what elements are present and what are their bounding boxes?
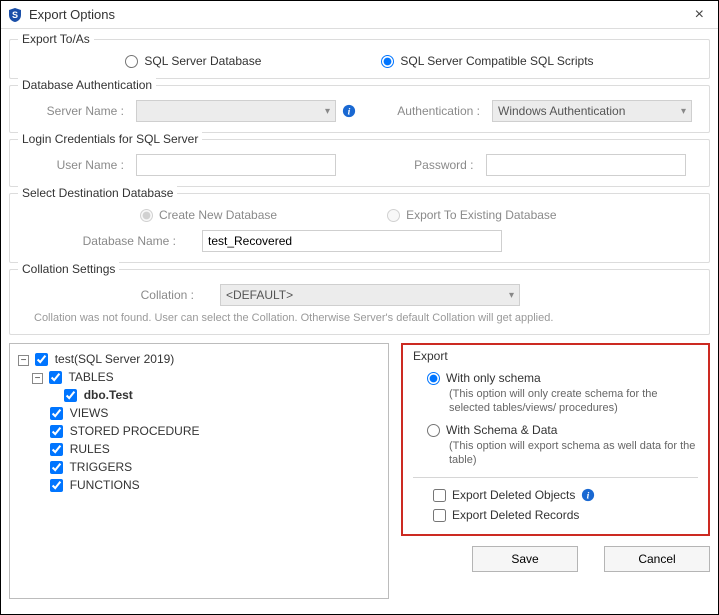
password-input[interactable] — [486, 154, 686, 176]
collation-value: <DEFAULT> — [226, 288, 293, 302]
svg-text:S: S — [12, 10, 18, 20]
radio-sql-db-label: SQL Server Database — [144, 54, 261, 68]
radio-sql-scripts-label: SQL Server Compatible SQL Scripts — [400, 54, 593, 68]
radio-existing-db[interactable]: Export To Existing Database — [387, 208, 557, 222]
tree-node-triggers[interactable]: TRIGGERS — [32, 458, 382, 476]
radio-sql-db[interactable]: SQL Server Database — [125, 54, 261, 68]
dbname-label: Database Name : — [52, 234, 182, 248]
username-input[interactable] — [136, 154, 336, 176]
tree-dbotest-label: dbo.Test — [84, 388, 133, 402]
export-options-legend: Export — [413, 349, 698, 363]
collation-label: Collation : — [90, 288, 200, 302]
chk-deleted-records-row[interactable]: Export Deleted Records — [433, 508, 698, 522]
tree-root-label: test(SQL Server 2019) — [55, 352, 175, 366]
tree-triggers-label: TRIGGERS — [69, 460, 132, 474]
auth-label: Authentication : — [376, 104, 486, 118]
tree-views-checkbox[interactable] — [50, 407, 63, 420]
collation-legend: Collation Settings — [18, 262, 119, 276]
object-tree[interactable]: − test(SQL Server 2019) − TABLES — [9, 343, 389, 599]
tree-root-checkbox[interactable] — [35, 353, 48, 366]
radio-schema-data[interactable]: With Schema & Data — [427, 423, 698, 437]
tree-rules-checkbox[interactable] — [50, 443, 63, 456]
tree-node-rules[interactable]: RULES — [32, 440, 382, 458]
tree-node-sp[interactable]: STORED PROCEDURE — [32, 422, 382, 440]
tree-node-dbo-test[interactable]: dbo.Test — [46, 386, 382, 404]
svg-text:i: i — [587, 491, 590, 502]
radio-existing-db-label: Export To Existing Database — [406, 208, 557, 222]
radio-create-db-label: Create New Database — [159, 208, 277, 222]
dbname-input[interactable] — [202, 230, 502, 252]
tree-node-functions[interactable]: FUNCTIONS — [32, 476, 382, 494]
tree-tables-label: TABLES — [68, 370, 113, 384]
schema-only-desc: (This option will only create schema for… — [449, 387, 698, 415]
group-login: Login Credentials for SQL Server User Na… — [9, 139, 710, 187]
save-button[interactable]: Save — [472, 546, 578, 572]
server-name-select[interactable]: ▾ — [136, 100, 336, 122]
group-destination: Select Destination Database Create New D… — [9, 193, 710, 263]
auth-value: Windows Authentication — [498, 104, 625, 118]
auth-select[interactable]: Windows Authentication ▾ — [492, 100, 692, 122]
destination-legend: Select Destination Database — [18, 186, 177, 200]
group-export-options: Export With only schema (This option wil… — [401, 343, 710, 536]
tree-root[interactable]: − test(SQL Server 2019) − TABLES — [18, 350, 382, 494]
collation-select[interactable]: <DEFAULT> ▾ — [220, 284, 520, 306]
dialog-content: Export To/As SQL Server Database SQL Ser… — [1, 29, 718, 607]
chevron-down-icon: ▾ — [325, 106, 330, 117]
export-to-legend: Export To/As — [18, 32, 94, 46]
collation-note: Collation was not found. User can select… — [34, 312, 699, 324]
chk-deleted-objects-row[interactable]: Export Deleted Objects i — [433, 488, 698, 502]
radio-schema-data-input[interactable] — [427, 424, 440, 437]
tree-dbotest-checkbox[interactable] — [64, 389, 77, 402]
group-db-auth: Database Authentication Server Name : ▾ … — [9, 85, 710, 133]
schema-data-desc: (This option will export schema as well … — [449, 439, 698, 467]
tree-views-label: VIEWS — [70, 406, 109, 420]
chk-deleted-records-label: Export Deleted Records — [452, 508, 579, 522]
close-icon[interactable]: × — [689, 7, 710, 23]
tree-sp-checkbox[interactable] — [50, 425, 63, 438]
radio-schema-only[interactable]: With only schema — [427, 371, 698, 385]
radio-sql-scripts-input[interactable] — [381, 55, 394, 68]
login-legend: Login Credentials for SQL Server — [18, 132, 202, 146]
radio-create-db-input[interactable] — [140, 209, 153, 222]
radio-sql-db-input[interactable] — [125, 55, 138, 68]
tree-rules-label: RULES — [70, 442, 110, 456]
chevron-down-icon: ▾ — [681, 106, 686, 117]
tree-node-views[interactable]: VIEWS — [32, 404, 382, 422]
titlebar: S Export Options × — [1, 1, 718, 29]
app-shield-icon: S — [7, 7, 23, 23]
chk-deleted-objects[interactable] — [433, 489, 446, 502]
collapse-icon[interactable]: − — [18, 355, 29, 366]
radio-schema-only-label: With only schema — [446, 371, 541, 385]
chk-deleted-objects-label: Export Deleted Objects — [452, 488, 575, 502]
radio-schema-only-input[interactable] — [427, 372, 440, 385]
info-icon[interactable]: i — [342, 104, 356, 118]
info-icon[interactable]: i — [581, 488, 595, 502]
window-title: Export Options — [29, 7, 689, 22]
cancel-button[interactable]: Cancel — [604, 546, 710, 572]
tree-tables-checkbox[interactable] — [49, 371, 62, 384]
tree-triggers-checkbox[interactable] — [50, 461, 63, 474]
radio-sql-scripts[interactable]: SQL Server Compatible SQL Scripts — [381, 54, 593, 68]
password-label: Password : — [370, 158, 480, 172]
tree-node-tables[interactable]: − TABLES dbo.Test — [32, 368, 382, 404]
tree-sp-label: STORED PROCEDURE — [70, 424, 200, 438]
chevron-down-icon: ▾ — [509, 290, 514, 301]
group-collation: Collation Settings Collation : <DEFAULT>… — [9, 269, 710, 335]
username-label: User Name : — [20, 158, 130, 172]
collapse-icon[interactable]: − — [32, 373, 43, 384]
group-export-to: Export To/As SQL Server Database SQL Ser… — [9, 39, 710, 79]
svg-text:i: i — [348, 107, 351, 118]
tree-functions-label: FUNCTIONS — [70, 478, 140, 492]
radio-existing-db-input[interactable] — [387, 209, 400, 222]
db-auth-legend: Database Authentication — [18, 78, 156, 92]
server-name-label: Server Name : — [20, 104, 130, 118]
tree-functions-checkbox[interactable] — [50, 479, 63, 492]
radio-create-db[interactable]: Create New Database — [140, 208, 277, 222]
radio-schema-data-label: With Schema & Data — [446, 423, 557, 437]
chk-deleted-records[interactable] — [433, 509, 446, 522]
